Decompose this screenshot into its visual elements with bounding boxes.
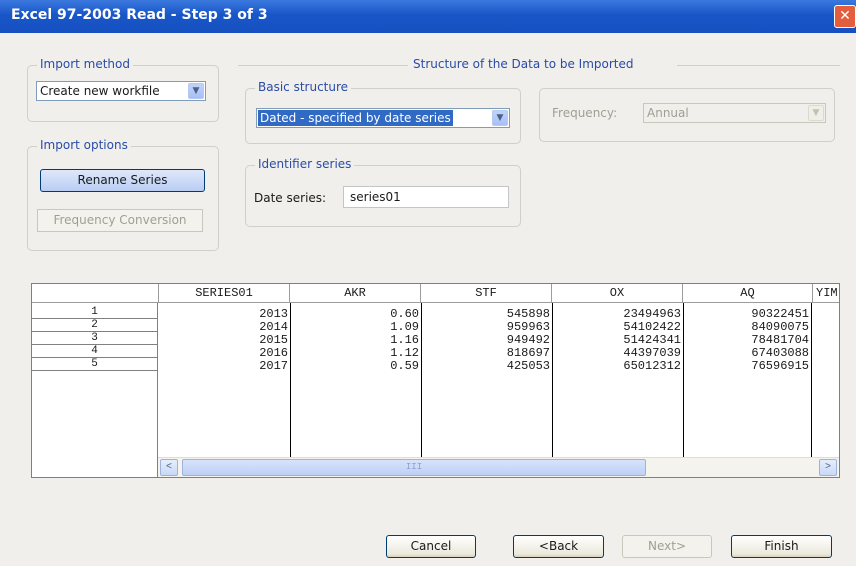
structure-heading: Structure of the Data to be Imported xyxy=(413,57,634,71)
title-bar[interactable]: Excel 97-2003 Read - Step 3 of 3 ✕ xyxy=(0,0,856,33)
grid-cell[interactable]: 425053 xyxy=(421,360,552,373)
basic-structure-legend: Basic structure xyxy=(255,80,352,94)
import-method-select[interactable]: Create new workfile ▼ xyxy=(36,81,206,101)
column-header[interactable]: AQ xyxy=(683,284,813,303)
frequency-group: Frequency: Annual ▼ xyxy=(539,88,835,142)
frequency-conversion-button[interactable]: Frequency Conversion xyxy=(37,209,203,232)
grid-cell[interactable]: 76596915 xyxy=(683,360,811,373)
structure-separator-left xyxy=(238,65,408,66)
import-options-legend: Import options xyxy=(37,138,131,152)
grid-cell[interactable]: 65012312 xyxy=(552,360,683,373)
chevron-down-icon[interactable]: ▼ xyxy=(188,83,204,99)
import-method-group: Import method Create new workfile ▼ xyxy=(27,57,219,122)
column-header[interactable]: YIM xyxy=(813,284,839,303)
window-title: Excel 97-2003 Read - Step 3 of 3 xyxy=(11,7,268,23)
frequency-select[interactable]: Annual ▼ xyxy=(643,103,826,123)
frequency-value: Annual xyxy=(647,106,689,120)
import-method-value: Create new workfile xyxy=(40,84,160,98)
identifier-series-group: Identifier series Date series: series01 xyxy=(245,157,521,227)
row-number[interactable]: 4 xyxy=(32,345,158,358)
scroll-thumb[interactable]: III xyxy=(182,459,646,476)
structure-separator-right xyxy=(677,65,840,66)
basic-structure-value: Dated - specified by date series xyxy=(258,110,453,126)
row-number[interactable]: 2 xyxy=(32,319,158,332)
grid-cell[interactable]: 0.59 xyxy=(290,360,421,373)
column-header[interactable]: OX xyxy=(552,284,683,303)
scroll-right-icon[interactable]: > xyxy=(819,459,837,476)
row-number[interactable]: 1 xyxy=(32,306,158,319)
identifier-series-legend: Identifier series xyxy=(255,157,355,171)
back-button[interactable]: <Back xyxy=(513,535,604,558)
next-button[interactable]: Next> xyxy=(622,535,712,558)
basic-structure-group: Basic structure Dated - specified by dat… xyxy=(245,80,521,144)
close-icon[interactable]: ✕ xyxy=(834,5,856,28)
chevron-down-icon[interactable]: ▼ xyxy=(808,105,824,121)
date-series-value: series01 xyxy=(350,190,401,204)
row-number[interactable]: 5 xyxy=(32,358,158,371)
data-preview-grid[interactable]: SERIES01 AKR STF OX AQ YIM 1 2 3 4 5 201… xyxy=(31,283,840,478)
row-number[interactable]: 3 xyxy=(32,332,158,345)
rename-series-button[interactable]: Rename Series xyxy=(40,169,205,192)
import-dialog: Excel 97-2003 Read - Step 3 of 3 ✕ Impor… xyxy=(0,0,856,566)
basic-structure-select[interactable]: Dated - specified by date series ▼ xyxy=(256,108,510,128)
scroll-left-icon[interactable]: < xyxy=(160,459,178,476)
date-series-input[interactable]: series01 xyxy=(343,186,509,208)
chevron-down-icon[interactable]: ▼ xyxy=(492,110,508,126)
column-header[interactable]: AKR xyxy=(290,284,421,303)
column-header[interactable]: STF xyxy=(421,284,552,303)
column-header[interactable]: SERIES01 xyxy=(159,284,290,303)
frequency-label: Frequency: xyxy=(552,106,618,120)
column-divider xyxy=(811,303,812,457)
cancel-button[interactable]: Cancel xyxy=(386,535,476,558)
import-method-legend: Import method xyxy=(37,57,133,71)
import-options-group: Import options Rename Series Frequency C… xyxy=(27,138,219,251)
date-series-label: Date series: xyxy=(254,191,327,205)
grid-cell[interactable]: 2017 xyxy=(159,360,290,373)
horizontal-scrollbar[interactable]: < III > xyxy=(158,457,839,477)
corner-cell xyxy=(32,284,159,303)
finish-button[interactable]: Finish xyxy=(731,535,832,558)
